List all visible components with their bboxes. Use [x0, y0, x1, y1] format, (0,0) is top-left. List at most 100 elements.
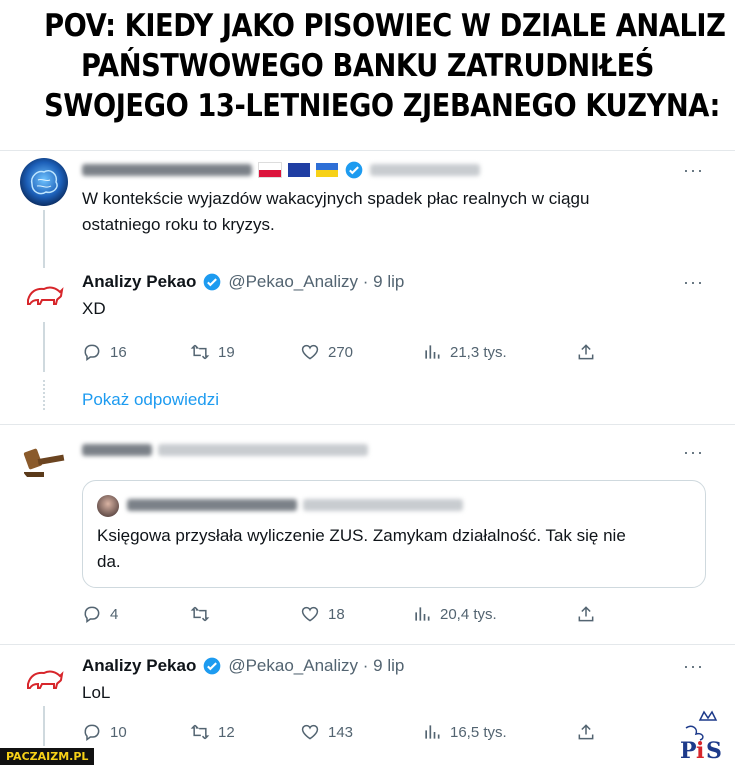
verified-badge-icon	[203, 273, 221, 291]
share-icon	[578, 344, 594, 360]
reply-icon	[84, 724, 100, 741]
tweet-actions: 10 12 143 16,5 tys.	[82, 722, 602, 746]
caption-line-3: SWOJEGO 13-LETNIEGO ZJEBANEGO KUZYNA:	[44, 88, 720, 124]
flag-eu-icon	[288, 163, 310, 177]
svg-text:P: P	[680, 738, 697, 762]
tweet-actions: 4 18 20,4 tys.	[82, 604, 602, 628]
caption-line-2: PAŃSTWOWEGO BANKU ZATRUDNIŁEŚ	[80, 48, 655, 84]
retweet-button[interactable]: 19	[190, 342, 235, 362]
divider	[0, 150, 735, 151]
tweet-text: W kontekście wyjazdów wakacyjnych spadek…	[82, 189, 590, 234]
thread-line	[43, 706, 45, 746]
reply-count: 10	[110, 723, 127, 741]
watermark: PACZAIZM.PL	[0, 748, 95, 765]
like-button[interactable]: 18	[300, 604, 345, 624]
pekao-bison-icon	[20, 270, 68, 318]
heart-icon	[301, 344, 319, 360]
author-name[interactable]: Analizy Pekao	[82, 272, 196, 292]
verified-badge-icon	[203, 657, 221, 675]
author-handle[interactable]: @Pekao_Analizy · 9 lip	[228, 272, 404, 292]
retweet-count: 19	[218, 343, 235, 361]
reply-count: 16	[110, 343, 127, 361]
like-count: 270	[328, 343, 354, 361]
blurred-name	[127, 499, 297, 511]
svg-text:i: i	[696, 738, 704, 762]
views-chart-icon	[425, 345, 440, 359]
blurred-handle	[303, 499, 463, 511]
share-icon	[578, 724, 594, 740]
more-options-icon[interactable]: ···	[683, 442, 704, 463]
verified-badge-icon	[345, 161, 363, 179]
flag-ukraine-icon	[316, 163, 338, 177]
blurred-name	[82, 164, 252, 176]
reply-icon	[84, 344, 100, 361]
globe-brain-icon	[20, 158, 68, 206]
share-button[interactable]	[576, 342, 596, 362]
heart-icon	[301, 606, 319, 622]
reply-count: 4	[110, 605, 119, 623]
retweet-count: 12	[218, 723, 235, 741]
show-replies-link[interactable]: Pokaż odpowiedzi	[82, 390, 219, 410]
caption-line-1: POV: KIEDY JAKO PISOWIEC W DZIALE ANALIZ	[44, 8, 726, 44]
tweet-header: Analizy Pekao @Pekao_Analizy · 9 lip	[82, 272, 404, 292]
quote-header	[127, 499, 463, 511]
avatar[interactable]	[20, 654, 68, 702]
reply-button[interactable]: 4	[82, 604, 118, 624]
blurred-name	[82, 444, 152, 456]
more-options-icon[interactable]: ···	[683, 272, 704, 293]
views-button[interactable]: 20,4 tys.	[412, 604, 497, 624]
share-icon	[578, 606, 594, 622]
more-options-icon[interactable]: ···	[683, 160, 704, 181]
views-count: 21,3 tys.	[450, 343, 507, 361]
gavel-icon	[23, 448, 65, 477]
reply-button[interactable]: 16	[82, 342, 127, 362]
author-handle[interactable]: @Pekao_Analizy · 9 lip	[228, 656, 404, 676]
like-count: 143	[328, 723, 354, 741]
quoted-tweet[interactable]: Księgowa przysłała wyliczenie ZUS. Zamyk…	[82, 480, 706, 588]
views-count: 20,4 tys.	[440, 605, 497, 623]
avatar[interactable]	[20, 436, 68, 484]
share-button[interactable]	[576, 722, 596, 742]
like-count: 18	[328, 605, 345, 623]
thread-line	[43, 210, 45, 268]
thread-dots	[43, 380, 47, 410]
divider	[0, 424, 735, 425]
quote-text: Księgowa przysłała wyliczenie ZUS. Zamyk…	[97, 526, 626, 571]
tweet-header	[82, 160, 480, 180]
views-chart-icon	[425, 725, 440, 739]
pis-logo-icon: P i S	[680, 710, 722, 762]
heart-icon	[301, 724, 319, 740]
views-button[interactable]: 21,3 tys.	[422, 342, 507, 362]
retweet-button[interactable]	[190, 604, 218, 624]
flag-poland-icon	[258, 162, 282, 178]
blurred-handle	[370, 164, 480, 176]
tweet-text: LoL	[82, 683, 111, 702]
more-options-icon[interactable]: ···	[683, 656, 704, 677]
retweet-icon	[190, 724, 210, 740]
pekao-bison-icon	[20, 654, 68, 702]
views-chart-icon	[415, 607, 430, 621]
views-button[interactable]: 16,5 tys.	[422, 722, 507, 742]
author-name[interactable]: Analizy Pekao	[82, 656, 196, 676]
thread-line	[43, 322, 45, 372]
like-button[interactable]: 143	[300, 722, 353, 742]
retweet-icon	[190, 606, 210, 622]
views-count: 16,5 tys.	[450, 723, 507, 741]
reply-button[interactable]: 10	[82, 722, 127, 742]
share-button[interactable]	[576, 604, 596, 624]
retweet-button[interactable]: 12	[190, 722, 235, 742]
avatar[interactable]	[20, 270, 68, 318]
reply-icon	[84, 606, 100, 623]
retweet-icon	[190, 344, 210, 360]
divider	[0, 644, 735, 645]
like-button[interactable]: 270	[300, 342, 353, 362]
tweet-text: XD	[82, 299, 106, 318]
tweet-header	[82, 444, 368, 456]
meme-caption: POV: KIEDY JAKO PISOWIEC W DZIALE ANALIZ…	[44, 6, 726, 126]
blurred-handle	[158, 444, 368, 456]
tweet-actions: 16 19 270 21,3 tys.	[82, 342, 602, 366]
tweet-header: Analizy Pekao @Pekao_Analizy · 9 lip	[82, 656, 404, 676]
quote-avatar	[97, 495, 119, 517]
svg-text:S: S	[706, 738, 722, 762]
avatar[interactable]	[20, 158, 68, 206]
